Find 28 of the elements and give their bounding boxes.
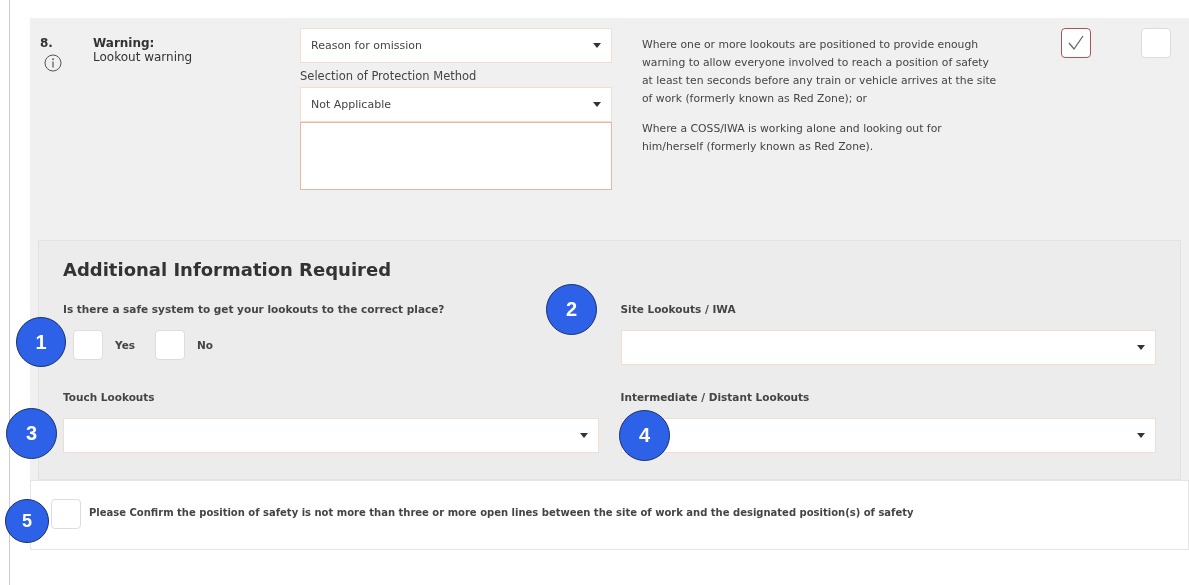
number-badge: 1 — [16, 317, 66, 367]
item-title: Warning: — [93, 36, 156, 50]
section-heading: Additional Information Required — [63, 259, 393, 280]
option-label: Yes — [115, 339, 135, 351]
check-icon — [1067, 35, 1085, 51]
number-badge: 5 — [5, 499, 49, 543]
item-subtitle: Lookout warning — [93, 50, 194, 64]
description-text: Where a COSS/IWA is working alone and looking out for him/herself (formerly known as Red Zone). — [642, 121, 943, 155]
method-dropdown[interactable]: Not Applicable — [300, 87, 612, 122]
caret-icon — [593, 43, 601, 48]
caret-icon — [579, 433, 588, 438]
confirm-text: Please Confirm the position of safety is not more than three or more open lines between the site of work and the designated position(s) of safety — [89, 507, 914, 518]
text-area[interactable] — [300, 122, 612, 190]
description-text: Where one or more lookouts are positioned to provide enough warning to allow everyone involved to reach a position of safety at least ten seconds before any train or vehicle arrives at the site of work (formerly known as Red Zone); or — [642, 37, 997, 107]
field-label: Touch Lookouts — [63, 391, 155, 403]
caret-icon — [1137, 433, 1145, 438]
checkbox[interactable] — [1061, 28, 1091, 58]
lookouts-dropdown[interactable] — [620, 418, 1156, 453]
caret-icon — [593, 102, 601, 107]
field-label: Selection of Protection Method — [300, 69, 478, 83]
info-icon — [44, 54, 62, 72]
item-number: 8. — [40, 36, 54, 50]
field-label: Site Lookouts / IWA — [620, 303, 736, 315]
caret-icon — [1137, 345, 1145, 350]
reason-dropdown[interactable]: Reason for omission — [300, 28, 612, 63]
field-label: Intermediate / Distant Lookouts — [620, 391, 810, 403]
option-label: No — [197, 339, 214, 351]
question-text: Is there a safe system to get your lookouts to the correct place? — [63, 303, 445, 315]
